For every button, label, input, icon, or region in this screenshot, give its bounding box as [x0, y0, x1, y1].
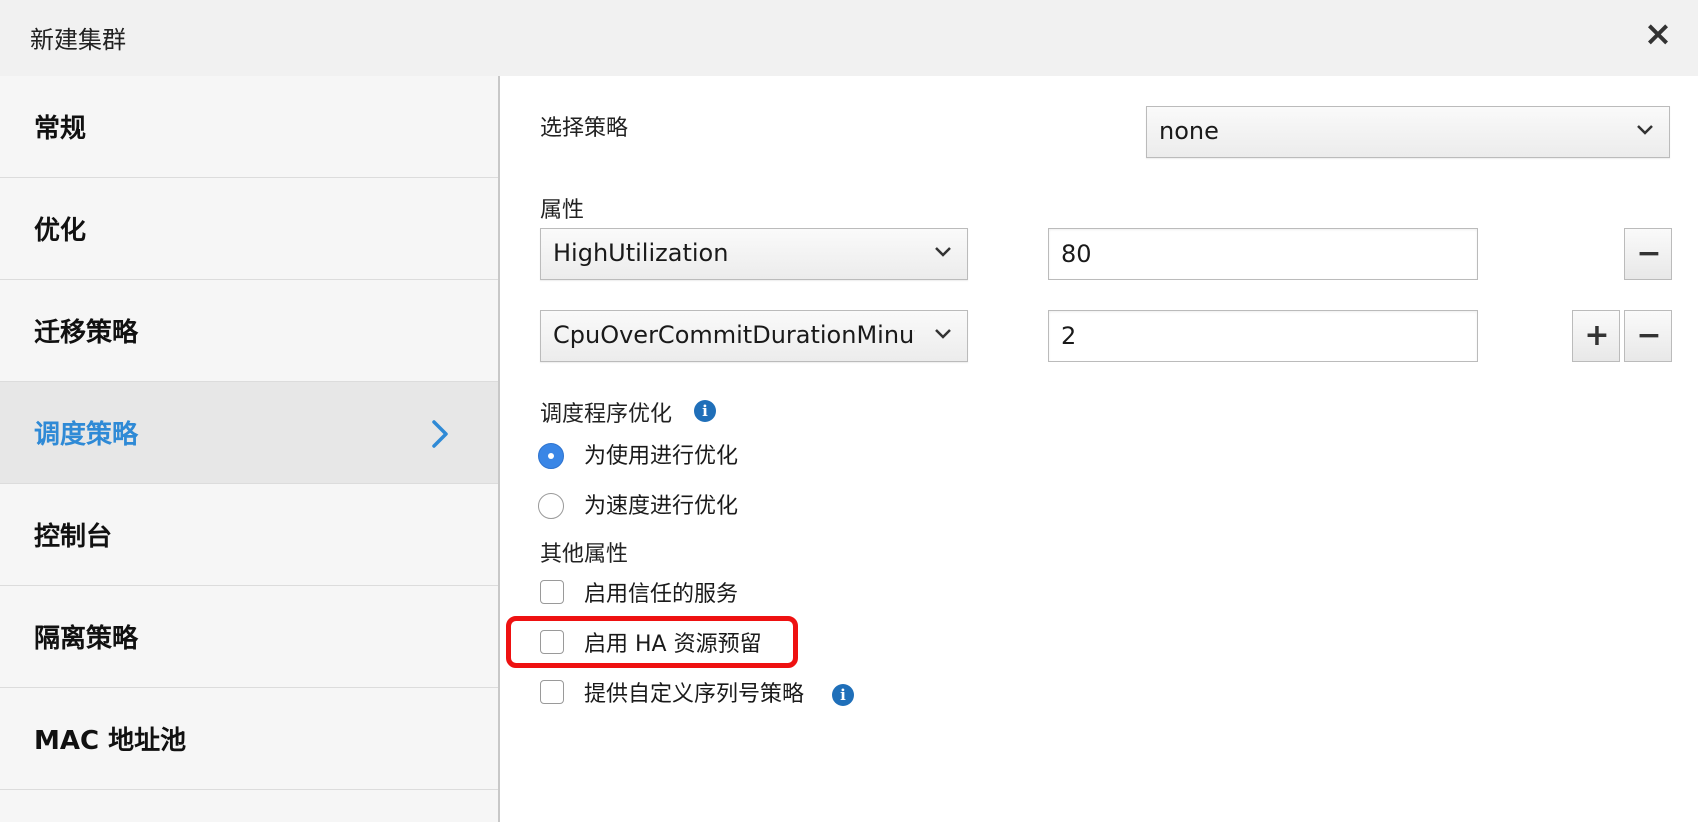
sidebar-item-optimization[interactable]: 优化	[0, 178, 498, 280]
property-key-value: CpuOverCommitDurationMinutes	[553, 321, 915, 349]
dialog-title: 新建集群	[30, 26, 126, 54]
sidebar-item-label: 调度策略	[34, 420, 139, 450]
property-value-text: 80	[1061, 240, 1092, 268]
remove-property-button[interactable]: −	[1624, 310, 1672, 362]
policy-label: 选择策略	[540, 116, 629, 141]
sidebar-item-label: 优化	[34, 216, 87, 246]
add-property-button[interactable]: +	[1572, 310, 1620, 362]
chevron-down-icon	[935, 247, 951, 257]
plus-icon: +	[1584, 318, 1610, 353]
highlight-box	[506, 616, 798, 668]
chevron-right-icon	[432, 420, 448, 448]
radio-label: 为速度进行优化	[584, 494, 739, 519]
close-button[interactable]: ×	[1638, 14, 1678, 54]
sidebar-item-label: MAC 地址池	[34, 726, 187, 756]
properties-label: 属性	[540, 198, 585, 223]
sidebar-item-fencing-policy[interactable]: 隔离策略	[0, 586, 498, 688]
sidebar-item-mac-pool[interactable]: MAC 地址池	[0, 688, 498, 790]
radio-label: 为使用进行优化	[584, 444, 739, 469]
property-value-input[interactable]: 80	[1048, 228, 1478, 280]
trusted-service-checkbox[interactable]	[540, 580, 564, 604]
checkbox-label: 提供自定义序列号策略	[584, 682, 805, 707]
custom-serial-policy-checkbox[interactable]	[540, 680, 564, 704]
other-properties-label: 其他属性	[540, 542, 629, 567]
sidebar-item-label: 迁移策略	[34, 318, 139, 348]
property-key-value: HighUtilization	[553, 239, 729, 267]
sidebar-item-label: 常规	[34, 114, 87, 144]
policy-select[interactable]: none	[1146, 106, 1670, 158]
property-key-select[interactable]: CpuOverCommitDurationMinutes	[540, 310, 968, 362]
sidebar-item-general[interactable]: 常规	[0, 76, 498, 178]
sidebar-item-scheduling-policy[interactable]: 调度策略	[0, 382, 498, 484]
info-icon[interactable]: i	[694, 400, 716, 422]
dialog-header: 新建集群 ×	[0, 0, 1698, 76]
sidebar-item-label: 隔离策略	[34, 624, 139, 654]
sidebar-item-migration-policy[interactable]: 迁移策略	[0, 280, 498, 382]
optimize-utilization-radio[interactable]	[538, 443, 564, 469]
property-value-input[interactable]: 2	[1048, 310, 1478, 362]
property-value-text: 2	[1061, 322, 1077, 350]
sidebar-item-console[interactable]: 控制台	[0, 484, 498, 586]
policy-select-value: none	[1159, 117, 1219, 145]
minus-icon: −	[1636, 318, 1662, 353]
chevron-down-icon	[935, 329, 951, 339]
optimize-speed-radio[interactable]	[538, 493, 564, 519]
checkbox-label: 启用信任的服务	[584, 582, 739, 607]
minus-icon: −	[1636, 236, 1662, 271]
sidebar-item-label: 控制台	[34, 522, 113, 552]
scheduling-policy-panel: 选择策略 none 属性 HighUtilization 80 − CpuOve…	[500, 76, 1698, 822]
chevron-down-icon	[1637, 125, 1653, 135]
optimization-label: 调度程序优化	[540, 402, 673, 427]
sidebar: 常规 优化 迁移策略 调度策略 控制台 隔离策略 MAC 地址池	[0, 76, 500, 822]
property-key-select[interactable]: HighUtilization	[540, 228, 968, 280]
info-icon[interactable]: i	[832, 684, 854, 706]
remove-property-button[interactable]: −	[1624, 228, 1672, 280]
